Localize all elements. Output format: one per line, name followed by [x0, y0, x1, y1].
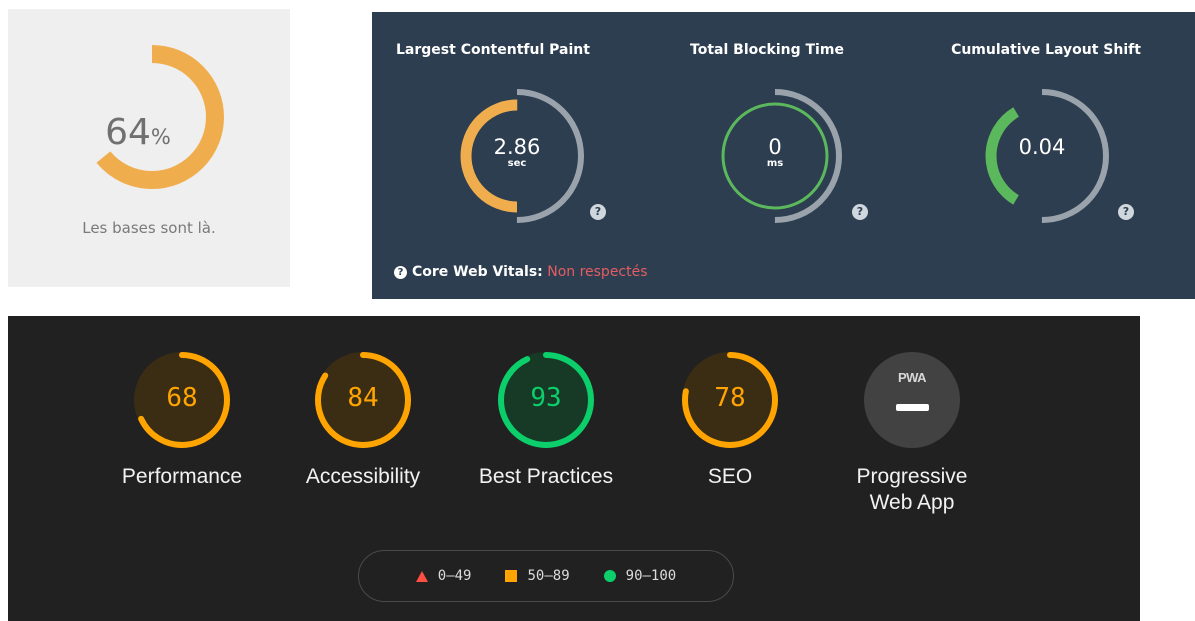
lcp-value: 2.86 sec — [493, 135, 541, 169]
tbt-value: 0 ms — [766, 135, 784, 169]
best-practices-score: 93 — [530, 383, 562, 413]
legend-range-fail: 0–49 — [437, 568, 472, 584]
basic-score-panel: 64% Les bases sont là. — [8, 9, 290, 287]
cls-help-icon[interactable]: ? — [1118, 204, 1134, 220]
basic-score-caption: Les bases sont là. — [82, 219, 216, 237]
performance-score: 68 — [166, 383, 198, 413]
cls-value: 0.04 — [1018, 135, 1066, 159]
performance-label[interactable]: Performance — [92, 464, 272, 490]
legend-item-average: 50–89 — [505, 568, 570, 584]
lcp-help-icon[interactable]: ? — [590, 204, 606, 220]
best-practices-label[interactable]: Best Practices — [456, 464, 636, 490]
pwa-label-line2: Web App — [869, 491, 955, 514]
cwv-status-label: Core Web Vitals: — [412, 264, 543, 280]
lighthouse-panel: 68 84 93 78 Performance Accessibility Be… — [8, 316, 1140, 621]
cwv-status-value: Non respectés — [547, 264, 648, 280]
tbt-help-icon[interactable]: ? — [852, 204, 868, 220]
legend-range-pass: 90–100 — [625, 568, 677, 584]
square-icon — [505, 570, 518, 582]
triangle-icon — [415, 570, 428, 582]
accessibility-label[interactable]: Accessibility — [273, 464, 453, 490]
score-legend: 0–49 50–89 90–100 — [358, 550, 734, 602]
legend-item-pass: 90–100 — [603, 568, 677, 584]
pwa-icon: PWA — [897, 370, 927, 385]
legend-item-fail: 0–49 — [415, 568, 472, 584]
core-web-vitals-panel: Largest Contentful Paint Total Blocking … — [372, 12, 1195, 299]
accessibility-score: 84 — [347, 383, 379, 413]
circle-icon — [603, 570, 616, 582]
seo-label[interactable]: SEO — [640, 464, 820, 490]
seo-score: 78 — [714, 383, 746, 413]
core-web-vitals-status: ? Core Web Vitals: Non respectés — [394, 264, 648, 280]
pwa-label[interactable]: Progressive Web App — [822, 464, 1002, 516]
pwa-not-applicable-dash — [896, 404, 929, 411]
legend-range-average: 50–89 — [527, 568, 570, 584]
pwa-label-line1: Progressive — [856, 465, 968, 488]
basic-score-value: 64% — [105, 112, 171, 153]
pwa-badge[interactable]: PWA — [864, 352, 960, 448]
cwv-help-icon[interactable]: ? — [394, 266, 407, 279]
vitals-gauges — [450, 89, 1109, 223]
